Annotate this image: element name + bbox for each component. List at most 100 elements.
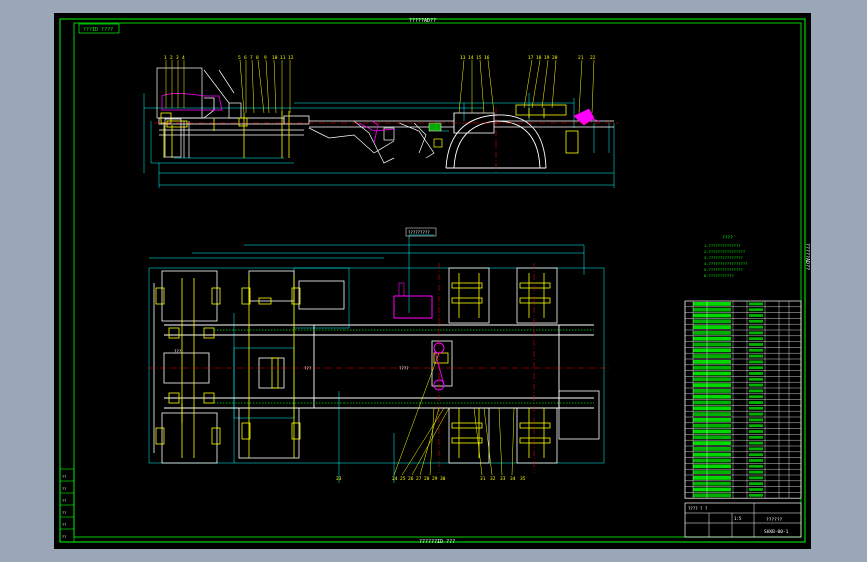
- bom-row-material: [749, 354, 763, 358]
- bom-row-material: [749, 441, 763, 445]
- tech-note-5: 5.???????????????: [704, 267, 743, 272]
- bom-row-material: [749, 389, 763, 393]
- balloon-11: 11: [280, 55, 286, 61]
- balloon-34: 34: [510, 476, 516, 482]
- sign-row-4: ??: [62, 511, 66, 515]
- bom-row-material: [749, 383, 763, 387]
- top-left-label: ???ID ????: [83, 27, 113, 33]
- bom-row-material: [749, 308, 763, 312]
- plan-callout: ?????????: [408, 230, 430, 235]
- balloon-27: 27: [416, 476, 422, 482]
- bom-row-material: [749, 464, 763, 468]
- bom-row-fill: [693, 336, 731, 341]
- bom-row-fill: [693, 429, 731, 434]
- bom-row-material: [749, 302, 763, 306]
- bom-row-fill: [693, 383, 731, 387]
- bom-row-fill: [693, 354, 731, 358]
- chassis-assembly-drawing: ?????AD?? ??????ID ??? ?????AD?? ???ID ?…: [59, 18, 810, 545]
- tech-note-3: 3.???????????????: [704, 255, 743, 260]
- balloon-7: 7: [250, 55, 253, 61]
- elevation-view: 1 2 3 4 5 6 7 8 9 10 11 12 13 14 15 16 1…: [143, 55, 619, 188]
- bom-row-material: [749, 325, 763, 329]
- bom-row-material: [749, 459, 763, 462]
- balloon-9: 9: [264, 55, 267, 61]
- bom-row-material: [749, 366, 763, 370]
- bom-row-fill: [693, 394, 731, 399]
- balloon-33: 33: [500, 476, 506, 482]
- sign-row-6: ??: [62, 535, 66, 539]
- bom-row-material: [749, 493, 763, 497]
- balloon-2: 2: [170, 55, 173, 61]
- bom-row-material: [749, 406, 763, 410]
- bom-row-material: [749, 377, 763, 381]
- bom-row-fill: [693, 313, 731, 318]
- tech-note-2: 2.????????????????: [704, 249, 745, 254]
- tech-note-6: 6.???????????: [704, 273, 734, 278]
- bom-row-fill: [693, 447, 731, 451]
- cad-viewport[interactable]: ?????AD?? ??????ID ??? ?????AD?? ???ID ?…: [54, 13, 811, 549]
- mid-label-1: ???: [304, 366, 312, 371]
- bom-row-fill: [693, 342, 731, 347]
- bom-row-fill: [693, 331, 731, 335]
- bom-row-material: [749, 348, 763, 352]
- balloon-14: 14: [468, 55, 474, 61]
- bom-row-material: [749, 476, 763, 480]
- bom-row-material: [749, 331, 763, 335]
- balloon-23: 23: [336, 476, 342, 482]
- balloon-31: 31: [480, 476, 486, 482]
- balloon-26: 26: [408, 476, 414, 482]
- plan-view: ????????? ???? ??? ??? 23 24 25 26 27 28…: [148, 227, 609, 483]
- bom-row-fill: [693, 406, 731, 411]
- bom-row-fill: [693, 487, 731, 492]
- sheet-side-label: ?????AD??: [804, 243, 810, 270]
- balloon-4: 4: [182, 55, 185, 61]
- bom-row-fill: [693, 377, 731, 382]
- balloon-28: 28: [424, 476, 430, 482]
- sheet-inner-border: [73, 22, 802, 538]
- tech-note-4: 4.?????????????????: [704, 261, 747, 266]
- engine-block: [393, 295, 433, 319]
- balloon-10: 10: [272, 55, 278, 61]
- balloon-25: 25: [400, 476, 406, 482]
- sign-row-5: ??: [62, 523, 66, 527]
- bom-row-fill: [693, 371, 731, 376]
- balloon-24: 24: [392, 476, 398, 482]
- sign-row-3: ??: [62, 499, 66, 503]
- balloon-21: 21: [578, 55, 584, 61]
- bom-row-material: [749, 372, 763, 375]
- bom-row-material: [749, 470, 763, 474]
- balloon-20: 20: [552, 55, 558, 61]
- drawing-title: ??????: [766, 517, 783, 523]
- balloon-5: 5: [238, 55, 241, 61]
- bom-row-fill: [693, 470, 731, 474]
- bom-row-material: [749, 337, 763, 341]
- drawing-scale: 1:5: [734, 516, 742, 521]
- bom-row-fill: [693, 458, 731, 463]
- balloon-1: 1: [164, 55, 167, 61]
- bom-row-material: [749, 412, 763, 416]
- bom-row-material: [749, 447, 763, 451]
- bom-row-fill: [693, 441, 731, 445]
- bom-row-material: [749, 401, 763, 404]
- bom-row-material: [749, 360, 763, 364]
- bom-row-fill: [693, 302, 731, 306]
- bom-row-material: [749, 343, 763, 346]
- bom-row-material: [749, 435, 763, 439]
- bom-row-fill: [693, 360, 731, 364]
- balloon-12: 12: [288, 55, 294, 61]
- bom-row-material: [749, 453, 763, 457]
- bom-row-fill: [693, 365, 731, 370]
- sign-row-2: ??: [62, 487, 66, 491]
- balloon-32: 32: [490, 476, 496, 482]
- balloon-22: 22: [590, 55, 596, 61]
- balloon-30: 30: [440, 476, 446, 482]
- balloon-6: 6: [244, 55, 247, 61]
- bom-row-fill: [693, 400, 731, 405]
- balloon-29: 29: [432, 476, 438, 482]
- balloon-35: 35: [520, 476, 526, 482]
- bom-row-fill: [693, 389, 731, 393]
- bom-row-fill: [693, 435, 731, 440]
- sheet-top-label: ?????AD??: [409, 18, 436, 24]
- bom-row-fill: [693, 452, 731, 457]
- bom-row-fill: [693, 476, 731, 480]
